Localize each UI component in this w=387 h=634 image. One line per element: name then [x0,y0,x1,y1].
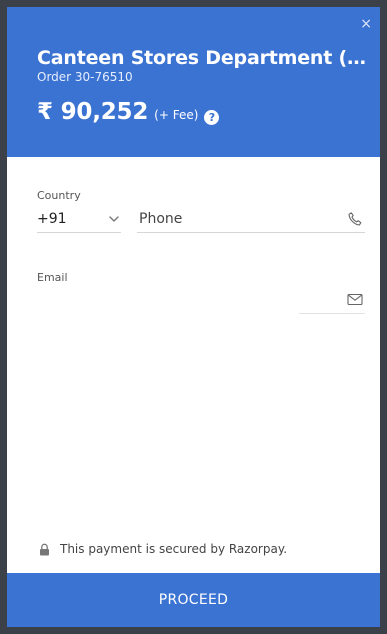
order-id: Order 30-76510 [37,70,133,84]
phone-input[interactable] [137,210,347,228]
chevron-down-icon [109,216,119,222]
mail-icon [347,293,363,305]
help-icon[interactable]: ? [204,110,220,125]
checkout-modal: × Canteen Stores Department (D… Order 30… [7,7,380,627]
proceed-button[interactable]: PROCEED [7,573,380,627]
header: × Canteen Stores Department (D… Order 30… [7,7,380,157]
security-note: This payment is secured by Razorpay. [39,542,287,556]
email-label: Email [37,271,68,284]
country-label: Country [37,189,81,202]
close-icon[interactable]: × [360,17,372,31]
phone-icon [348,212,362,226]
amount: ₹ 90,252 [37,99,149,125]
amount-row: ₹ 90,252 (+ Fee) ? [37,99,220,125]
phone-field[interactable] [137,206,365,233]
lock-icon [40,543,49,555]
merchant-name: Canteen Stores Department (D… [37,47,367,69]
country-code-value: +91 [37,211,67,227]
country-code-select[interactable]: +91 [37,206,121,233]
fee-note: (+ Fee) [154,108,199,122]
email-field[interactable] [299,285,365,314]
security-text: This payment is secured by Razorpay. [60,542,288,556]
